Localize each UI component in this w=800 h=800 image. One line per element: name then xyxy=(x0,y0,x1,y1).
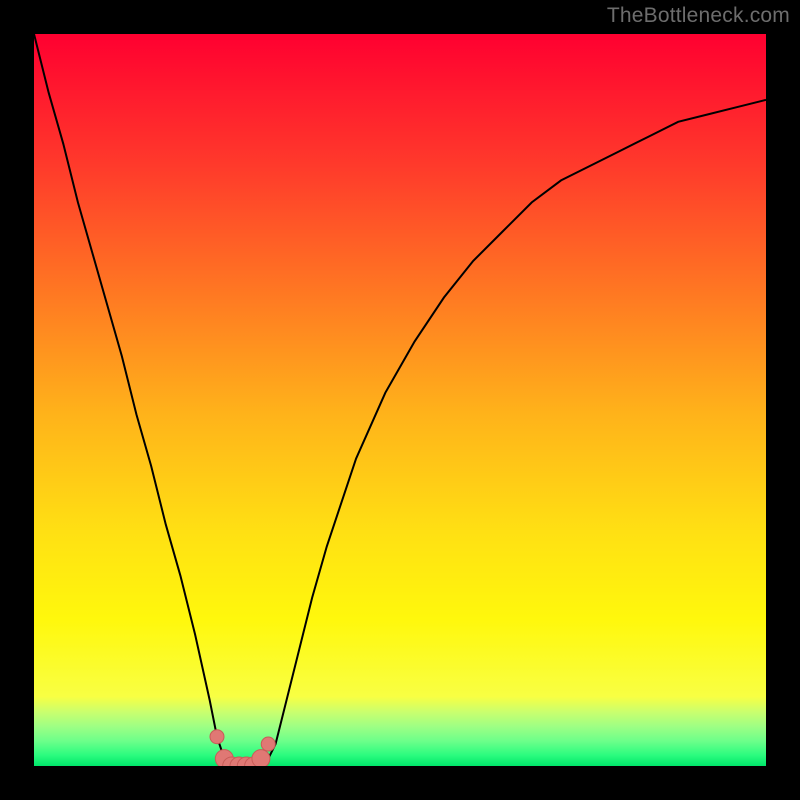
marker-point xyxy=(261,737,275,751)
plot-area xyxy=(34,34,766,766)
chart-svg xyxy=(34,34,766,766)
marker-point xyxy=(252,750,270,766)
marker-point xyxy=(210,730,224,744)
watermark-text: TheBottleneck.com xyxy=(607,4,790,28)
background-gradient xyxy=(34,34,766,766)
chart-frame: TheBottleneck.com xyxy=(0,0,800,800)
